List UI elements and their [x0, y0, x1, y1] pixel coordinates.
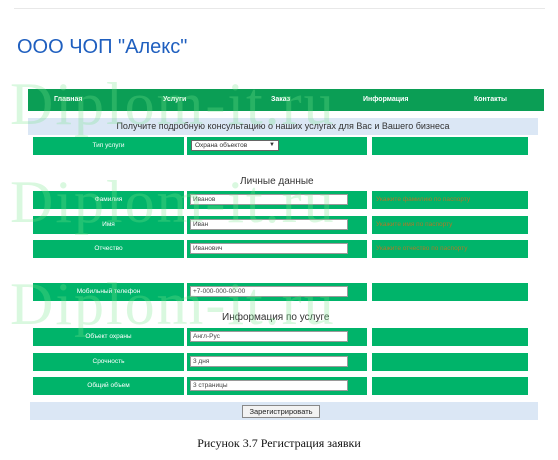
nav-services[interactable]: Услуги [163, 89, 186, 111]
service-type-select[interactable]: Охрана объектов ▼ [191, 140, 279, 151]
volume-hint [372, 377, 528, 395]
object-hint [372, 328, 528, 346]
name-input[interactable]: Иван [190, 219, 348, 230]
phone-input[interactable]: +7-000-000-00-00 [190, 286, 348, 297]
service-type-hint [372, 137, 528, 155]
personal-section-title: Личные данные [240, 176, 314, 187]
patronymic-label: Отчество [33, 240, 184, 258]
nav-info[interactable]: Информация [363, 89, 408, 111]
nav-order[interactable]: Заказ [271, 89, 290, 111]
name-hint: Укажите имя по паспорту [372, 216, 528, 234]
object-input[interactable]: Англ-Рус [190, 331, 348, 342]
consultation-banner: Получите подробную консультацию о наших … [28, 118, 538, 135]
urgency-label: Срочность [33, 353, 184, 371]
figure-caption: Рисунок 3.7 Регистрация заявки [197, 436, 361, 450]
nav-home[interactable]: Главная [54, 89, 82, 111]
urgency-input[interactable]: 3 дня [190, 356, 348, 367]
nav-contacts[interactable]: Контакты [474, 89, 507, 111]
volume-input[interactable]: 3 страницы [190, 380, 348, 391]
surname-input[interactable]: Иванов [190, 194, 348, 205]
urgency-hint [372, 353, 528, 371]
main-nav: Главная Услуги Заказ Информация Контакты [28, 89, 544, 111]
service-type-value: Охрана объектов [195, 142, 248, 149]
patronymic-hint: Укажите отчество по паспорту [372, 240, 528, 258]
patronymic-input[interactable]: Иванович [190, 243, 348, 254]
name-label: Имя [33, 216, 184, 234]
surname-label: Фамилия [33, 191, 184, 209]
surname-hint: Укажите фамилию по паспорту [372, 191, 528, 209]
service-type-label: Тип услуги [33, 137, 184, 155]
service-section-title: Информация по услуге [222, 312, 330, 323]
company-title: ООО ЧОП "Алекс" [17, 36, 188, 58]
phone-label: Мобильный телефон [33, 283, 184, 301]
phone-hint [372, 283, 528, 301]
register-button[interactable]: Зарегистрировать [242, 405, 320, 418]
object-label: Объект охраны [33, 328, 184, 346]
volume-label: Общий объем [33, 377, 184, 395]
chevron-down-icon: ▼ [269, 142, 275, 148]
